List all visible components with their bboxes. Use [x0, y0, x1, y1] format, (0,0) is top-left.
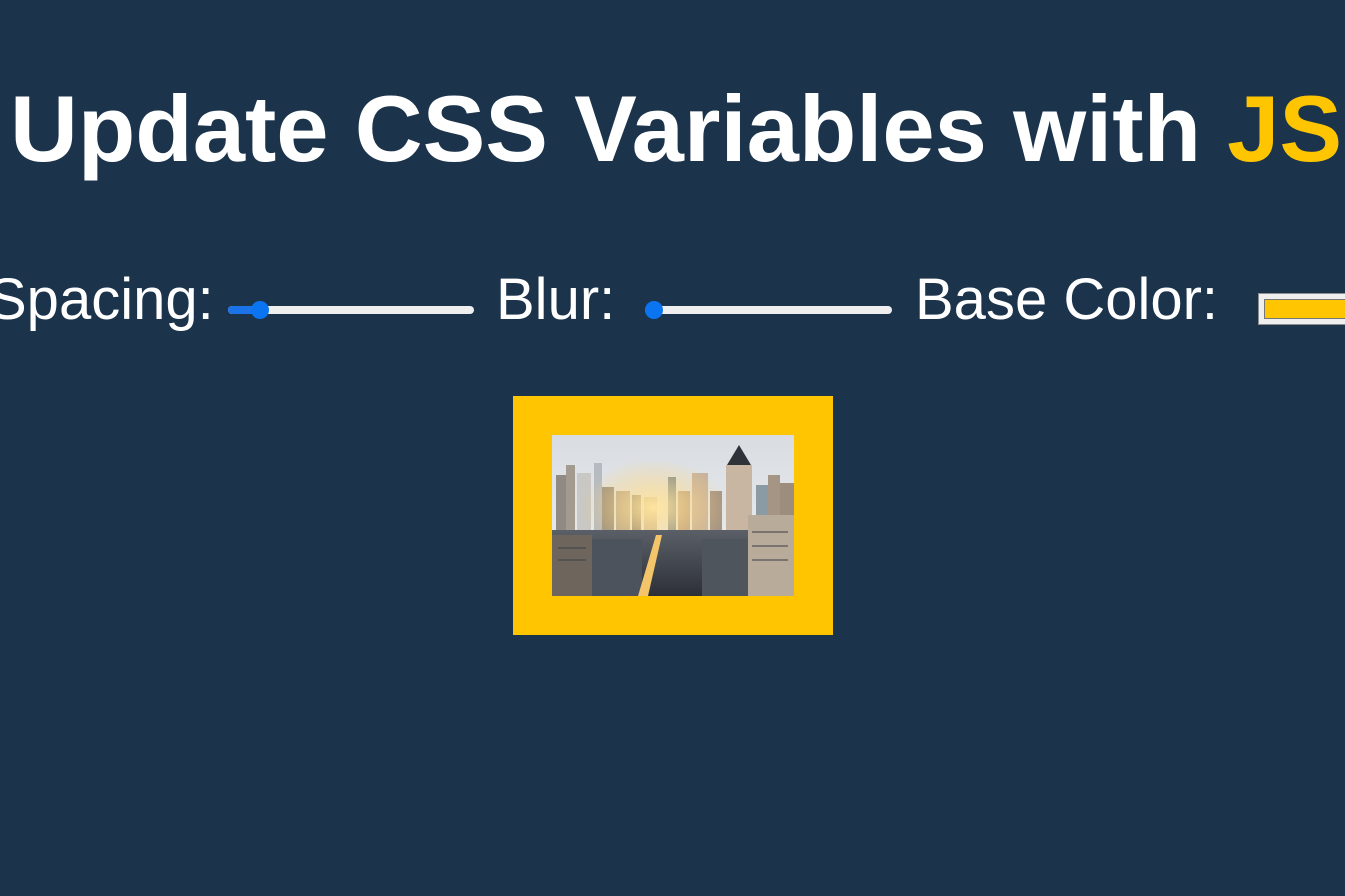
- blur-slider[interactable]: [645, 262, 892, 319]
- base-color-picker[interactable]: [1258, 293, 1345, 325]
- blur-slider-thumb[interactable]: [645, 301, 663, 319]
- spacing-slider[interactable]: [228, 262, 474, 319]
- controls-bar: Spacing: Blur: Base Color:: [0, 262, 1345, 342]
- page: Update CSS Variables with JS Spacing: Bl…: [0, 0, 1345, 896]
- city-skyline-image: [552, 435, 794, 596]
- base-color-label: Base Color:: [915, 267, 1219, 332]
- title-highlight: JS: [1227, 76, 1343, 181]
- blur-label: Blur:: [496, 267, 616, 332]
- base-color-swatch: [1264, 299, 1345, 319]
- blur-slider-track: [645, 306, 892, 314]
- page-title: Update CSS Variables with JS: [10, 74, 1342, 184]
- image-frame: [513, 396, 833, 635]
- spacing-slider-thumb[interactable]: [250, 301, 269, 319]
- spacing-label: Spacing:: [0, 267, 214, 332]
- title-text: Update CSS Variables with: [10, 76, 1228, 181]
